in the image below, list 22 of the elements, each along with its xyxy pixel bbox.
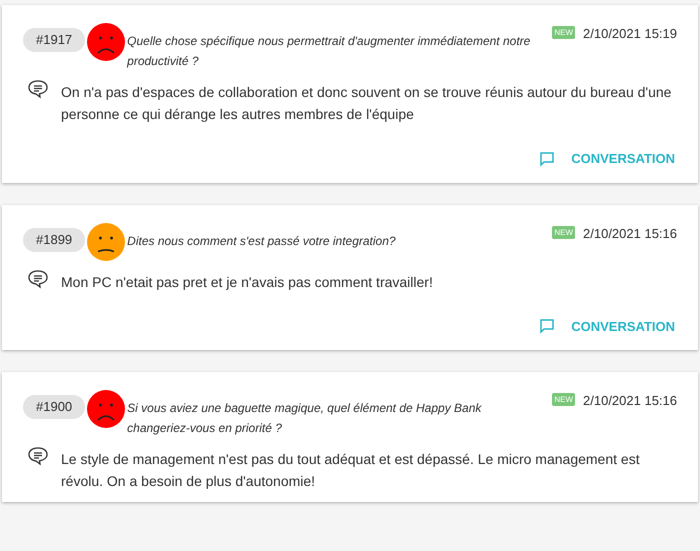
comment-icon [27,79,49,99]
chat-bubble-icon [539,150,556,167]
chat-bubble-icon [539,318,556,334]
question-text: Dites nous comment s'est passé votre integration? [127,232,397,250]
date-text: 2/10/2021 15:19 [583,25,677,42]
question-text: Si vous aviez une baguette magique, quel élément de Happy Bank changeriez-vous en priorité ? [127,400,483,437]
ticket-number: #1899 [23,228,86,252]
new-badge: NEW [552,26,576,39]
new-badge: NEW [552,226,576,238]
ticket-number: #1900 [23,395,86,419]
question-text: Quelle chose spécifique nous permettrait d'augmenter immédiatement notre productivité ? [127,33,532,70]
date-text: 2/10/2021 15:16 [583,392,677,409]
ticket-number: #1917 [23,28,86,52]
answer-text: On n'a pas d'espaces de collaboration et donc souvent on se trouve réunis autour du bureau d'une personne ce qui dérange les autres membres de l'équipe [61,83,672,124]
date-text: 2/10/2021 15:16 [583,224,677,242]
conversation-button[interactable]: CONVERSATION [533,145,681,172]
comment-icon [27,446,49,466]
answer-text: Le style de management n'est pas du tout adéquat et est dépassé. Le micro management est révolu. On a besoin de plus d'autonomie! [61,450,641,491]
new-badge: NEW [552,393,576,406]
comment-icon [27,268,49,288]
conversation-button[interactable]: CONVERSATION [533,312,681,340]
answer-text: Mon PC n'etait pas pret et je n'avais pas comment travailler! [61,272,434,292]
